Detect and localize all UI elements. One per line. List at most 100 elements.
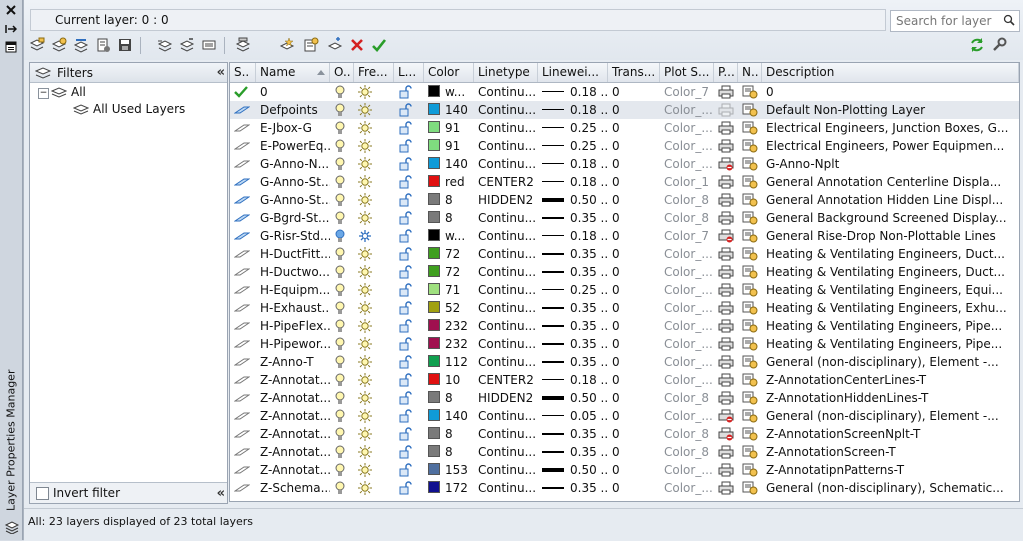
layer-name[interactable]: H-DuctFitt... bbox=[260, 245, 330, 263]
unlocked-padlock-icon[interactable] bbox=[398, 443, 424, 461]
layer-translate-button[interactable] bbox=[178, 36, 196, 54]
unlocked-padlock-icon[interactable] bbox=[398, 155, 424, 173]
layer-description[interactable]: Heating & Ventilating Engineers, Pipe... bbox=[766, 317, 1019, 335]
table-row[interactable]: Z-Annotat... 140 Continu... 0.05 ... 0 Color_… bbox=[230, 407, 1019, 425]
layer-on-bulb-icon[interactable] bbox=[334, 353, 354, 371]
layer-on-bulb-icon[interactable] bbox=[334, 191, 354, 209]
new-vp-frozen-layer-button[interactable] bbox=[302, 36, 320, 54]
new-property-filter-button[interactable] bbox=[28, 36, 46, 54]
layer-status-icon[interactable] bbox=[234, 389, 256, 407]
layer-transparency[interactable]: 0 bbox=[612, 101, 660, 119]
table-row[interactable]: Z-Annotat... 153 Continu... 0.50 ... 0 Color_… bbox=[230, 461, 1019, 479]
plot-printer-icon[interactable] bbox=[718, 191, 738, 209]
layer-description[interactable]: Z-AnnotationScreenNplt-T bbox=[766, 425, 1019, 443]
plot-printer-icon[interactable] bbox=[718, 281, 738, 299]
settings-wrench-icon[interactable] bbox=[990, 36, 1008, 54]
layer-linetype[interactable]: Continu... bbox=[478, 119, 538, 137]
unlocked-padlock-icon[interactable] bbox=[398, 245, 424, 263]
layer-description[interactable]: Heating & Ventilating Engineers, Pipe... bbox=[766, 335, 1019, 353]
layer-name[interactable]: H-Pipewor... bbox=[260, 335, 330, 353]
unlocked-padlock-icon[interactable] bbox=[398, 461, 424, 479]
column-header-new-vp-freeze[interactable]: N.. bbox=[738, 63, 762, 82]
unlocked-padlock-icon[interactable] bbox=[398, 407, 424, 425]
new-vp-freeze-icon[interactable] bbox=[742, 227, 762, 245]
layer-name[interactable]: Z-Annotat... bbox=[260, 407, 330, 425]
unlocked-padlock-icon[interactable] bbox=[398, 263, 424, 281]
layer-color[interactable]: 10 bbox=[428, 371, 474, 389]
column-header-color[interactable]: Color bbox=[424, 63, 474, 82]
layer-lineweight[interactable]: 0.18 ... bbox=[542, 227, 608, 245]
thawed-sun-icon[interactable] bbox=[358, 479, 394, 497]
layer-color[interactable]: 8 bbox=[428, 389, 474, 407]
layer-lineweight[interactable]: 0.05 ... bbox=[542, 407, 608, 425]
new-vp-freeze-icon[interactable] bbox=[742, 407, 762, 425]
layer-lineweight[interactable]: 0.35 ... bbox=[542, 209, 608, 227]
thawed-sun-icon[interactable] bbox=[358, 137, 394, 155]
layer-linetype[interactable]: HIDDEN2 bbox=[478, 389, 538, 407]
layer-linetype[interactable]: Continu... bbox=[478, 263, 538, 281]
unlocked-padlock-icon[interactable] bbox=[398, 209, 424, 227]
layer-description[interactable]: G-Anno-Nplt bbox=[766, 155, 1019, 173]
layer-name[interactable]: Z-Schema... bbox=[260, 479, 330, 497]
layer-status-icon[interactable] bbox=[234, 461, 256, 479]
layer-on-bulb-icon[interactable] bbox=[334, 461, 354, 479]
table-row[interactable]: Z-Schema... 172 Continu... 0.35 ... 0 Color_.… bbox=[230, 479, 1019, 497]
thawed-sun-icon[interactable] bbox=[358, 461, 394, 479]
layer-description[interactable]: General Annotation Centerline Displa... bbox=[766, 173, 1019, 191]
layer-description[interactable]: General Annotation Hidden Line Displ... bbox=[766, 191, 1019, 209]
layer-status-icon[interactable] bbox=[234, 317, 256, 335]
thawed-sun-icon[interactable] bbox=[358, 389, 394, 407]
layer-name[interactable]: H-Exhaust... bbox=[260, 299, 330, 317]
layer-color[interactable]: w... bbox=[428, 227, 474, 245]
layer-status-icon[interactable] bbox=[234, 155, 256, 173]
new-group-filter-button[interactable] bbox=[50, 36, 68, 54]
layer-lineweight[interactable]: 0.25 ... bbox=[542, 137, 608, 155]
no-plot-printer-icon[interactable] bbox=[718, 407, 738, 425]
table-row[interactable]: H-Pipewor... 232 Continu... 0.35 ... 0 Color_… bbox=[230, 335, 1019, 353]
new-vp-freeze-icon[interactable] bbox=[742, 155, 762, 173]
layer-name[interactable]: H-Equipm... bbox=[260, 281, 330, 299]
layer-description[interactable]: General Background Screened Display... bbox=[766, 209, 1019, 227]
layer-linetype[interactable]: Continu... bbox=[478, 209, 538, 227]
layer-on-bulb-icon[interactable] bbox=[334, 101, 354, 119]
table-row[interactable]: G-Anno-St... red CENTER2 0.18 ... 0 Color_1 Ge… bbox=[230, 173, 1019, 191]
new-vp-freeze-icon[interactable] bbox=[742, 317, 762, 335]
layer-status-icon[interactable] bbox=[234, 335, 256, 353]
layer-description[interactable]: 0 bbox=[766, 83, 1019, 101]
layer-lineweight[interactable]: 0.50 ... bbox=[542, 191, 608, 209]
layer-linetype[interactable]: Continu... bbox=[478, 443, 538, 461]
layer-transparency[interactable]: 0 bbox=[612, 461, 660, 479]
search-layer-input[interactable]: Search for layer bbox=[890, 10, 1020, 32]
new-vp-freeze-icon[interactable] bbox=[742, 353, 762, 371]
new-vp-freeze-icon[interactable] bbox=[742, 173, 762, 191]
plot-printer-icon[interactable] bbox=[718, 353, 738, 371]
layer-on-bulb-icon[interactable] bbox=[334, 263, 354, 281]
layer-color[interactable]: 232 bbox=[428, 317, 474, 335]
thawed-sun-icon[interactable] bbox=[358, 191, 394, 209]
layer-name[interactable]: Z-Annotat... bbox=[260, 389, 330, 407]
unlocked-padlock-icon[interactable] bbox=[398, 191, 424, 209]
layer-description[interactable]: Heating & Ventilating Engineers, Exhu... bbox=[766, 299, 1019, 317]
layer-transparency[interactable]: 0 bbox=[612, 479, 660, 497]
plot-printer-icon[interactable] bbox=[718, 119, 738, 137]
table-row[interactable]: H-Exhaust... 52 Continu... 0.35 ... 0 Color_.… bbox=[230, 299, 1019, 317]
new-vp-freeze-icon[interactable] bbox=[742, 245, 762, 263]
layer-name[interactable]: Z-Anno-T bbox=[260, 353, 330, 371]
new-vp-freeze-icon[interactable] bbox=[742, 371, 762, 389]
thawed-sun-icon[interactable] bbox=[358, 443, 394, 461]
unlocked-padlock-icon[interactable] bbox=[398, 335, 424, 353]
plot-printer-icon[interactable] bbox=[718, 335, 738, 353]
layer-status-icon[interactable] bbox=[234, 479, 256, 497]
layer-lineweight[interactable]: 0.35 ... bbox=[542, 353, 608, 371]
layer-lineweight[interactable]: 0.35 ... bbox=[542, 425, 608, 443]
layer-name[interactable]: E-PowerEq... bbox=[260, 137, 330, 155]
layer-lineweight[interactable]: 0.35 ... bbox=[542, 299, 608, 317]
layer-status-icon[interactable] bbox=[234, 173, 256, 191]
layer-color[interactable]: 140 bbox=[428, 407, 474, 425]
layer-lineweight[interactable]: 0.50 ... bbox=[542, 461, 608, 479]
import-layer-states-button[interactable] bbox=[94, 36, 112, 54]
layer-transparency[interactable]: 0 bbox=[612, 335, 660, 353]
thawed-sun-icon[interactable] bbox=[358, 299, 394, 317]
layer-name[interactable]: Z-Annotat... bbox=[260, 425, 330, 443]
new-vp-freeze-icon[interactable] bbox=[742, 83, 762, 101]
